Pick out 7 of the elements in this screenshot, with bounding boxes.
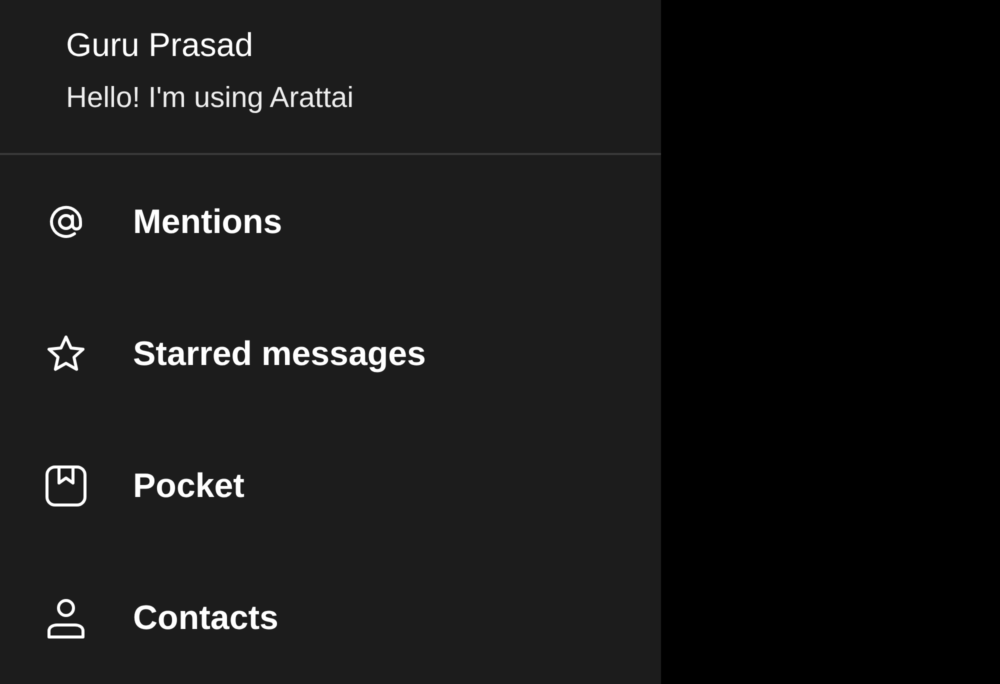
profile-name: Guru Prasad (66, 25, 254, 65)
menu-item[interactable]: Pocket (133, 466, 244, 506)
profile-status: Hello! I'm using Arattai (66, 81, 354, 116)
menu-item[interactable]: Starred messages (133, 334, 426, 374)
bookmark-box-icon (44, 464, 88, 508)
menu-item[interactable]: Mentions (133, 202, 282, 242)
menu-item[interactable]: Contacts (133, 598, 278, 638)
